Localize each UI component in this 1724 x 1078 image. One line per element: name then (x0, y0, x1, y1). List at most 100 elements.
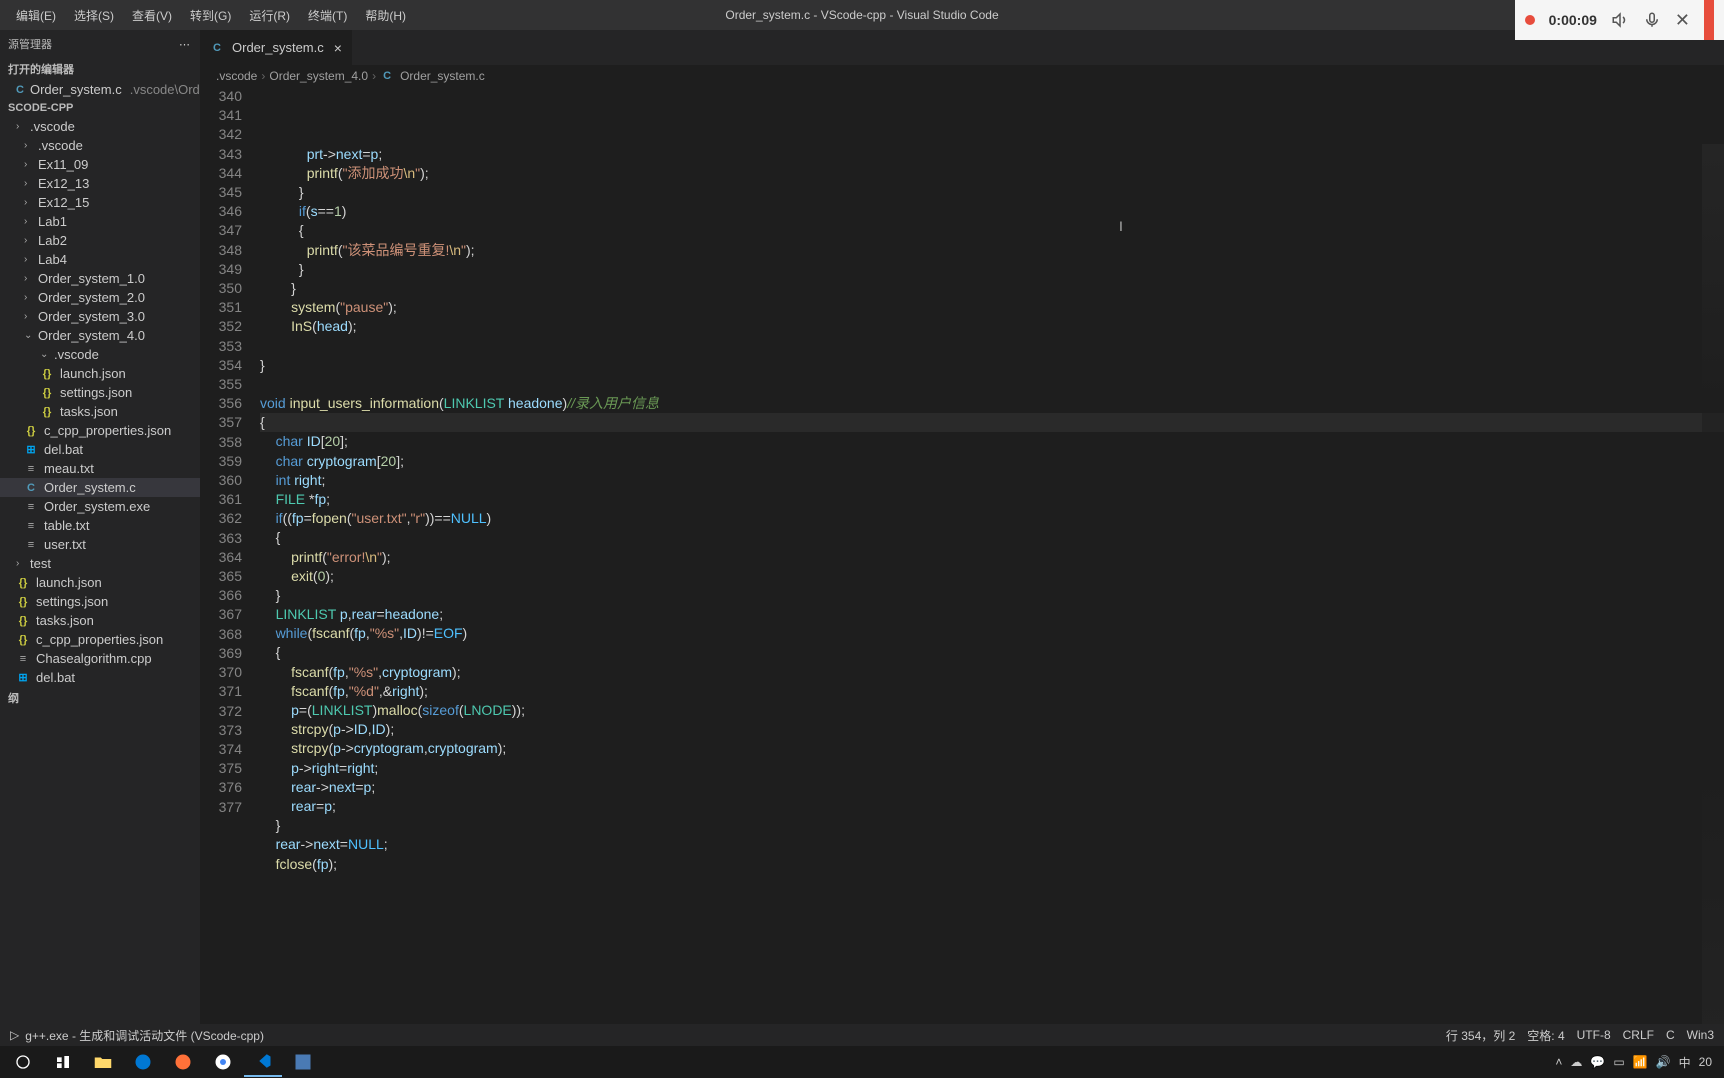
code-line[interactable]: LINKLIST p,rear=headone; (260, 605, 1724, 624)
breadcrumb-item[interactable]: Order_system.c (400, 69, 485, 83)
code-line[interactable]: system("pause"); (260, 298, 1724, 317)
code-line[interactable]: printf("该菜品编号重复!\n"); (260, 241, 1724, 260)
code-line[interactable]: exit(0); (260, 567, 1724, 586)
tree-item-launch.json[interactable]: {}launch.json (0, 364, 200, 383)
explorer-sidebar[interactable]: 源管理器 ⋯ 打开的编辑器 C Order_system.c .vscode\O… (0, 30, 200, 1024)
tray-wechat-icon[interactable]: 💬 (1590, 1055, 1605, 1069)
outline-header[interactable]: 纲 (0, 687, 200, 709)
tree-item-del.bat[interactable]: ⊞del.bat (0, 440, 200, 459)
code-line[interactable]: int right; (260, 471, 1724, 490)
system-tray[interactable]: ˄ ☁ 💬 ▭ 📶 🔊 中 20 (1555, 1054, 1720, 1071)
tree-item-.vscode[interactable]: ›.vscode (0, 136, 200, 155)
tree-item-user.txt[interactable]: ≡user.txt (0, 535, 200, 554)
tab-close-icon[interactable]: × (334, 40, 342, 56)
code-line[interactable]: } (260, 356, 1724, 375)
status-left[interactable]: ▷ g++.exe - 生成和调试活动文件 (VScode-cpp) (0, 1024, 274, 1046)
ime-indicator[interactable]: 中 (1679, 1054, 1691, 1071)
spaces-indicator[interactable]: 空格: 4 (1527, 1027, 1564, 1044)
language-indicator[interactable]: C (1666, 1028, 1675, 1042)
code-line[interactable]: strcpy(p->cryptogram,cryptogram); (260, 739, 1724, 758)
code-line[interactable]: while(fscanf(fp,"%s",ID)!=EOF) (260, 624, 1724, 643)
menu-转到(G)[interactable]: 转到(G) (182, 3, 239, 28)
tree-item-Lab1[interactable]: ›Lab1 (0, 212, 200, 231)
close-icon[interactable]: ✕ (1675, 10, 1690, 31)
eol-indicator[interactable]: CRLF (1623, 1028, 1654, 1042)
code-line[interactable]: printf("添加成功\n"); (260, 164, 1724, 183)
vscode-icon[interactable] (244, 1047, 282, 1077)
menu-帮助(H)[interactable]: 帮助(H) (357, 3, 414, 28)
tree-item-launch.json[interactable]: {}launch.json (0, 573, 200, 592)
project-header[interactable]: SCODE-CPP (0, 99, 200, 117)
tray-onedrive-icon[interactable]: ☁ (1570, 1055, 1582, 1069)
code-line[interactable]: if(s==1) (260, 202, 1724, 221)
tray-wifi-icon[interactable]: 📶 (1633, 1055, 1648, 1069)
code-line[interactable]: rear=p; (260, 797, 1724, 816)
code-line[interactable]: FILE *fp; (260, 490, 1724, 509)
menu-编辑(E)[interactable]: 编辑(E) (8, 3, 64, 28)
encoding-indicator[interactable]: UTF-8 (1577, 1028, 1611, 1042)
code-line[interactable]: } (260, 260, 1724, 279)
debug-icon[interactable]: ▷ (10, 1028, 19, 1042)
tree-item-Lab4[interactable]: ›Lab4 (0, 250, 200, 269)
tree-item-Lab2[interactable]: ›Lab2 (0, 231, 200, 250)
menu-选择(S)[interactable]: 选择(S) (66, 3, 122, 28)
open-editors-header[interactable]: 打开的编辑器 (0, 58, 200, 80)
code-line[interactable]: { (260, 221, 1724, 240)
start-button[interactable] (4, 1047, 42, 1077)
tree-item-Order_system.c[interactable]: COrder_system.c (0, 478, 200, 497)
code-line[interactable] (260, 375, 1724, 394)
code-line[interactable]: rear->next=NULL; (260, 835, 1724, 854)
code-editor[interactable]: 3403413423433443453463473483493503513523… (200, 87, 1724, 1024)
code-line[interactable]: fclose(fp); (260, 855, 1724, 874)
tree-item-c_cpp_properties.json[interactable]: {}c_cpp_properties.json (0, 421, 200, 440)
tree-item-Ex11_09[interactable]: ›Ex11_09 (0, 155, 200, 174)
code-line[interactable]: rear->next=p; (260, 778, 1724, 797)
tray-battery-icon[interactable]: ▭ (1613, 1055, 1624, 1069)
chrome-icon[interactable] (204, 1047, 242, 1077)
tree-item-Order_system_4.0[interactable]: ⌄Order_system_4.0 (0, 326, 200, 345)
code-line[interactable]: p->right=right; (260, 759, 1724, 778)
tree-item-meau.txt[interactable]: ≡meau.txt (0, 459, 200, 478)
code-line[interactable]: InS(head); (260, 317, 1724, 336)
code-line[interactable]: fscanf(fp,"%s",cryptogram); (260, 663, 1724, 682)
speaker-icon[interactable] (1611, 11, 1629, 29)
code-line[interactable]: char ID[20]; (260, 432, 1724, 451)
windows-taskbar[interactable]: ˄ ☁ 💬 ▭ 📶 🔊 中 20 (0, 1046, 1724, 1078)
tree-item-Order_system_3.0[interactable]: ›Order_system_3.0 (0, 307, 200, 326)
tree-item-del.bat[interactable]: ⊞del.bat (0, 668, 200, 687)
tree-item-Order_system_1.0[interactable]: ›Order_system_1.0 (0, 269, 200, 288)
tree-item-Ex12_15[interactable]: ›Ex12_15 (0, 193, 200, 212)
debug-config[interactable]: g++.exe - 生成和调试活动文件 (VScode-cpp) (25, 1027, 264, 1044)
file-explorer-icon[interactable] (84, 1047, 122, 1077)
breadcrumb-item[interactable]: Order_system_4.0 (269, 69, 368, 83)
code-line[interactable]: printf("error!\n"); (260, 548, 1724, 567)
tree-item-Chasealgorithm.cpp[interactable]: ≡Chasealgorithm.cpp (0, 649, 200, 668)
tray-volume-icon[interactable]: 🔊 (1656, 1055, 1671, 1069)
cortana-icon[interactable] (44, 1047, 82, 1077)
tray-chevron-icon[interactable]: ˄ (1555, 1055, 1562, 1069)
tray-time[interactable]: 20 (1699, 1055, 1712, 1069)
tree-item-c_cpp_properties.json[interactable]: {}c_cpp_properties.json (0, 630, 200, 649)
recording-toolbar[interactable]: 0:00:09 ✕ (1515, 0, 1724, 40)
firefox-icon[interactable] (164, 1047, 202, 1077)
menu-查看(V)[interactable]: 查看(V) (124, 3, 180, 28)
code-line[interactable]: void input_users_information(LINKLIST he… (260, 394, 1724, 413)
tree-item-settings.json[interactable]: {}settings.json (0, 383, 200, 402)
code-line[interactable]: { (260, 528, 1724, 547)
code-line[interactable]: prt->next=p; (260, 145, 1724, 164)
tree-item-settings.json[interactable]: {}settings.json (0, 592, 200, 611)
tree-item-Ex12_13[interactable]: ›Ex12_13 (0, 174, 200, 193)
code-line[interactable]: p=(LINKLIST)malloc(sizeof(LNODE)); (260, 701, 1724, 720)
code-line[interactable]: } (260, 279, 1724, 298)
app-icon[interactable] (284, 1047, 322, 1077)
minimap[interactable] (1702, 144, 1724, 1024)
tree-item-Order_system.exe[interactable]: ≡Order_system.exe (0, 497, 200, 516)
code-line[interactable]: } (260, 586, 1724, 605)
code-line[interactable]: strcpy(p->ID,ID); (260, 720, 1724, 739)
open-editor-item[interactable]: C Order_system.c .vscode\Orde... (0, 80, 200, 99)
tree-item-tasks.json[interactable]: {}tasks.json (0, 402, 200, 421)
tree-item-Order_system_2.0[interactable]: ›Order_system_2.0 (0, 288, 200, 307)
code-line[interactable]: } (260, 816, 1724, 835)
code-line[interactable]: char cryptogram[20]; (260, 452, 1724, 471)
code-line[interactable]: { (260, 643, 1724, 662)
